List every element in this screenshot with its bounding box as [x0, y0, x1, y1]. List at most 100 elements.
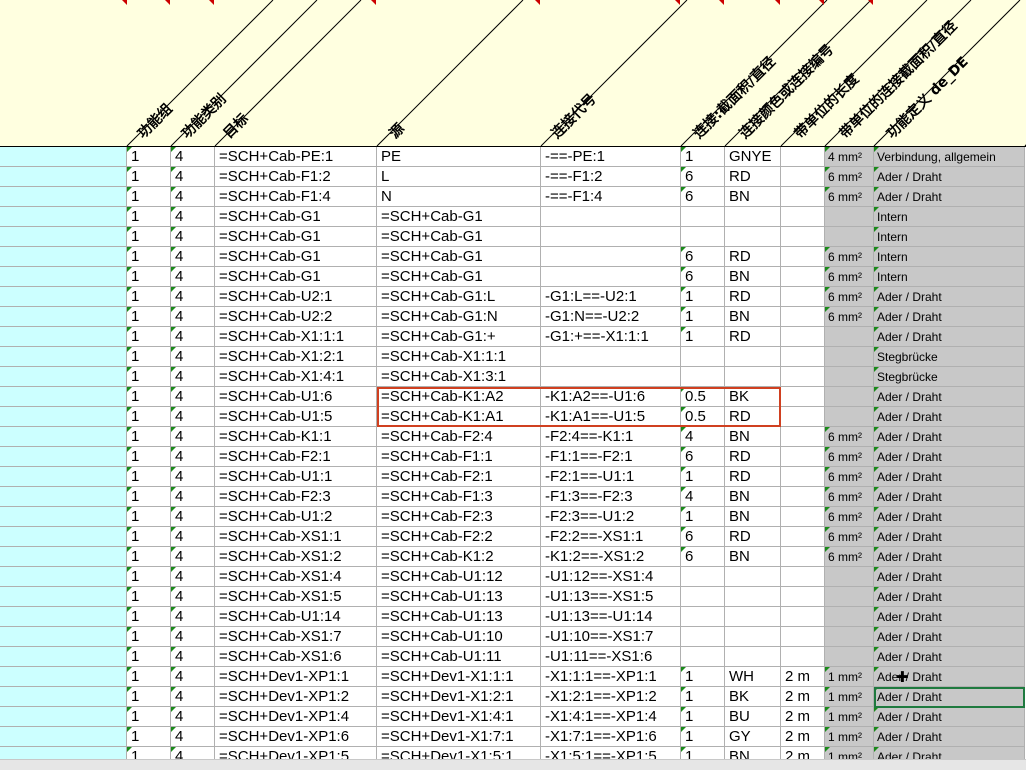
table-cell[interactable] — [781, 447, 825, 467]
row-margin-cell[interactable] — [0, 707, 127, 727]
table-cell[interactable]: -G1:+==-X1:1:1 — [541, 327, 681, 347]
table-cell[interactable]: 1 — [127, 387, 171, 407]
table-cell[interactable]: Ader / Draht — [874, 507, 1025, 527]
table-cell[interactable]: Stegbrücke — [874, 347, 1025, 367]
table-cell[interactable]: 4 — [171, 727, 215, 747]
table-cell[interactable]: =SCH+Cab-U1:13 — [377, 607, 541, 627]
table-cell[interactable]: =SCH+Cab-F1:2 — [215, 167, 377, 187]
table-cell[interactable]: 1 — [681, 707, 725, 727]
table-cell[interactable] — [781, 567, 825, 587]
table-cell[interactable]: 1 — [127, 187, 171, 207]
table-cell[interactable]: 1 — [127, 527, 171, 547]
table-cell[interactable]: =SCH+Cab-U1:2 — [215, 507, 377, 527]
table-cell[interactable]: 6 mm² — [825, 547, 874, 567]
table-cell[interactable]: 4 — [171, 507, 215, 527]
table-cell[interactable]: =SCH+Cab-G1:+ — [377, 327, 541, 347]
table-cell[interactable]: BN — [725, 187, 781, 207]
table-cell[interactable] — [781, 327, 825, 347]
table-cell[interactable]: RD — [725, 467, 781, 487]
table-cell[interactable]: Ader / Draht — [874, 167, 1025, 187]
table-cell[interactable] — [825, 607, 874, 627]
row-margin-cell[interactable] — [0, 507, 127, 527]
table-cell[interactable]: =SCH+Cab-F1:3 — [377, 487, 541, 507]
table-cell[interactable]: 6 mm² — [825, 287, 874, 307]
table-cell[interactable]: Ader / Draht — [874, 587, 1025, 607]
table-cell[interactable]: 1 mm² — [825, 707, 874, 727]
row-margin-cell[interactable] — [0, 487, 127, 507]
table-cell[interactable]: =SCH+Cab-U1:14 — [215, 607, 377, 627]
table-cell[interactable]: L — [377, 167, 541, 187]
table-cell[interactable]: 1 — [681, 507, 725, 527]
table-cell[interactable] — [781, 187, 825, 207]
table-cell[interactable]: =SCH+Cab-G1:N — [377, 307, 541, 327]
table-cell[interactable]: -G1:N==-U2:2 — [541, 307, 681, 327]
table-cell[interactable]: -X1:4:1==-XP1:4 — [541, 707, 681, 727]
table-cell[interactable]: =SCH+Dev1-X1:4:1 — [377, 707, 541, 727]
row-margin-cell[interactable] — [0, 667, 127, 687]
table-cell[interactable]: 1 — [127, 287, 171, 307]
table-cell[interactable]: =SCH+Cab-XS1:2 — [215, 547, 377, 567]
table-cell[interactable] — [781, 247, 825, 267]
table-cell[interactable]: =SCH+Dev1-XP1:6 — [215, 727, 377, 747]
table-cell[interactable] — [825, 347, 874, 367]
table-cell[interactable]: =SCH+Cab-G1 — [215, 267, 377, 287]
table-cell[interactable]: =SCH+Dev1-X1:7:1 — [377, 727, 541, 747]
table-cell[interactable]: 6 — [681, 247, 725, 267]
table-cell[interactable]: 6 — [681, 527, 725, 547]
table-cell[interactable] — [781, 407, 825, 427]
row-margin-cell[interactable] — [0, 167, 127, 187]
table-cell[interactable] — [825, 587, 874, 607]
table-cell[interactable]: Ader / Draht — [874, 407, 1025, 427]
row-margin-cell[interactable] — [0, 587, 127, 607]
table-cell[interactable]: Ader / Draht — [874, 667, 1025, 687]
table-cell[interactable]: Ader / Draht — [874, 387, 1025, 407]
table-cell[interactable]: 1 — [681, 687, 725, 707]
table-cell[interactable]: Ader / Draht — [874, 527, 1025, 547]
table-cell[interactable]: =SCH+Cab-XS1:1 — [215, 527, 377, 547]
table-cell[interactable] — [725, 367, 781, 387]
table-cell[interactable]: Ader / Draht — [874, 467, 1025, 487]
table-cell[interactable]: 1 — [127, 607, 171, 627]
table-cell[interactable]: =SCH+Cab-U1:6 — [215, 387, 377, 407]
table-cell[interactable] — [725, 627, 781, 647]
row-margin-cell[interactable] — [0, 147, 127, 167]
table-cell[interactable]: =SCH+Dev1-X1:1:1 — [377, 667, 541, 687]
table-cell[interactable]: 4 — [171, 187, 215, 207]
table-cell[interactable]: =SCH+Cab-K1:1 — [215, 427, 377, 447]
table-cell[interactable]: 4 — [171, 167, 215, 187]
table-cell[interactable]: =SCH+Cab-X1:1:1 — [215, 327, 377, 347]
table-cell[interactable]: BN — [725, 307, 781, 327]
table-cell[interactable]: 4 — [681, 487, 725, 507]
table-cell[interactable]: RD — [725, 167, 781, 187]
table-cell[interactable]: 1 — [127, 567, 171, 587]
table-cell[interactable]: BU — [725, 707, 781, 727]
table-cell[interactable]: 6 mm² — [825, 267, 874, 287]
table-cell[interactable] — [681, 347, 725, 367]
table-cell[interactable]: -K1:A2==-U1:6 — [541, 387, 681, 407]
table-cell[interactable] — [781, 487, 825, 507]
table-cell[interactable]: 4 — [171, 527, 215, 547]
table-cell[interactable] — [681, 367, 725, 387]
table-cell[interactable]: 6 mm² — [825, 447, 874, 467]
table-cell[interactable]: Ader / Draht — [874, 187, 1025, 207]
table-cell[interactable]: 4 — [171, 447, 215, 467]
table-cell[interactable]: RD — [725, 327, 781, 347]
table-cell[interactable]: =SCH+Cab-G1 — [377, 267, 541, 287]
table-cell[interactable]: RD — [725, 287, 781, 307]
table-cell[interactable]: 1 — [127, 247, 171, 267]
table-cell[interactable]: 4 — [171, 427, 215, 447]
row-margin-cell[interactable] — [0, 307, 127, 327]
table-cell[interactable] — [781, 427, 825, 447]
table-cell[interactable] — [681, 227, 725, 247]
table-cell[interactable]: 6 mm² — [825, 167, 874, 187]
table-cell[interactable]: =SCH+Cab-G1 — [215, 247, 377, 267]
table-cell[interactable] — [781, 647, 825, 667]
table-cell[interactable]: 4 — [171, 147, 215, 167]
table-cell[interactable]: 4 — [171, 627, 215, 647]
table-cell[interactable]: =SCH+Cab-K1:A1 — [377, 407, 541, 427]
table-cell[interactable]: 4 — [171, 287, 215, 307]
row-margin-cell[interactable] — [0, 407, 127, 427]
table-cell[interactable] — [681, 627, 725, 647]
table-cell[interactable] — [781, 347, 825, 367]
table-cell[interactable]: =SCH+Cab-U2:1 — [215, 287, 377, 307]
